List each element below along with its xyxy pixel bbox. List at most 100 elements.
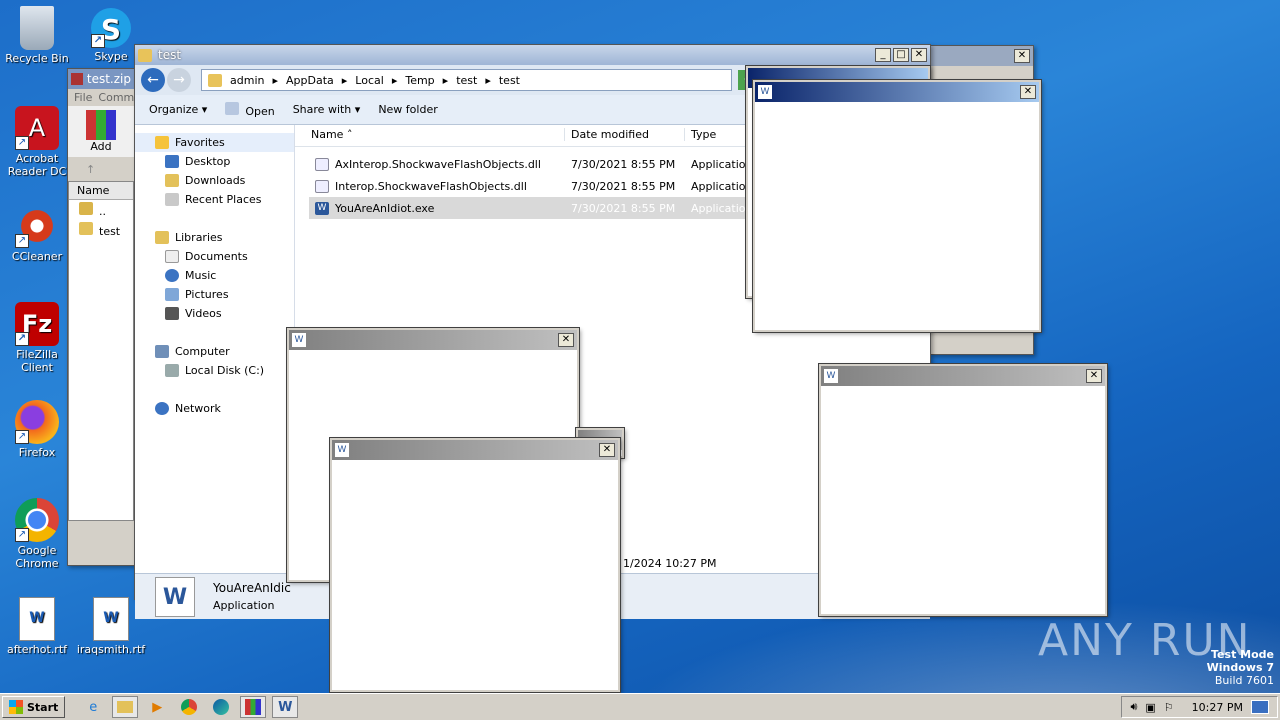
breadcrumb-item[interactable]: test <box>456 74 477 87</box>
volume-icon[interactable]: 🔊︎ <box>1130 700 1137 714</box>
nav-label: Desktop <box>185 155 231 168</box>
breadcrumb-separator: ▸ <box>341 73 348 87</box>
test-mode-text: Test Mode Windows 7 Build 7601 <box>1207 648 1274 687</box>
taskbar-media-player-icon[interactable]: ▶ <box>144 696 170 718</box>
breadcrumb-item[interactable]: test <box>499 74 520 87</box>
explorer-titlebar[interactable]: test _ □ ✕ <box>135 45 930 65</box>
popup-window: W ✕ <box>752 79 1042 333</box>
winrar-add-icon <box>86 110 116 140</box>
desktop-icon-recycle-bin[interactable]: Recycle Bin <box>0 6 74 65</box>
winrar-titlebar[interactable]: test.zip <box>68 69 134 89</box>
up-arrow-icon[interactable]: ↑ <box>68 157 134 181</box>
show-desktop-icon[interactable] <box>1251 700 1269 714</box>
file-date: 7/30/2021 8:55 PM <box>571 157 676 171</box>
list-item-label: test <box>99 225 121 238</box>
organize-label: Organize <box>149 103 199 116</box>
column-name[interactable]: Name ˄ <box>295 128 565 141</box>
desktop-icon-filezilla[interactable]: Fz ↗ FileZilla Client <box>0 302 74 374</box>
list-item[interactable]: .. <box>69 200 133 220</box>
nav-item-music[interactable]: Music <box>135 266 294 285</box>
close-icon[interactable]: ✕ <box>1020 85 1036 99</box>
desktop-icon-chrome[interactable]: ↗ Google Chrome <box>0 498 74 570</box>
taskbar-word-icon[interactable]: W <box>272 696 299 718</box>
start-button[interactable]: Start <box>2 696 66 718</box>
nav-item-recent-places[interactable]: Recent Places <box>135 190 294 209</box>
nav-libraries[interactable]: Libraries <box>135 228 294 247</box>
breadcrumb-item[interactable]: Local <box>355 74 384 87</box>
taskbar-edge-icon[interactable] <box>208 696 234 718</box>
taskbar-winrar-icon[interactable] <box>240 696 267 718</box>
nav-item-pictures[interactable]: Pictures <box>135 285 294 304</box>
column-date[interactable]: Date modified <box>565 128 685 141</box>
nav-computer[interactable]: Computer <box>135 342 294 361</box>
nav-label: Documents <box>185 250 248 263</box>
nav-item-desktop[interactable]: Desktop <box>135 152 294 171</box>
file-name: Interop.ShockwaveFlashObjects.dll <box>335 179 527 193</box>
column-name[interactable]: Name <box>69 182 133 200</box>
column-type[interactable]: Type <box>685 128 716 141</box>
open-icon <box>225 101 240 115</box>
desktop-icon-label: Acrobat Reader DC <box>7 152 67 178</box>
test-mode-line: Windows 7 <box>1206 661 1274 674</box>
network-icon <box>155 402 169 415</box>
nav-favorites[interactable]: Favorites <box>135 133 294 152</box>
folder-icon <box>138 48 152 62</box>
desktop-icon-ccleaner[interactable]: ↗ CCleaner <box>0 204 74 263</box>
list-item[interactable]: test <box>69 220 133 240</box>
breadcrumb-item[interactable]: admin <box>230 74 264 87</box>
flag-icon[interactable]: ⚐ <box>1164 701 1174 714</box>
chrome-icon: ↗ <box>15 498 59 542</box>
taskbar-chrome-icon[interactable] <box>176 696 202 718</box>
desktop-icon-label: FileZilla Client <box>16 348 58 374</box>
taskbar-ie-icon[interactable]: e <box>80 696 106 718</box>
word-icon: W <box>155 576 195 617</box>
winrar-window: test.zip File Comm Add ↑ Name .. test <box>67 68 135 566</box>
maximize-icon[interactable]: □ <box>893 48 909 62</box>
breadcrumb[interactable]: admin ▸ AppData ▸ Local ▸ Temp ▸ test ▸ test <box>201 69 732 91</box>
desktop-icon-afterhot[interactable]: W afterhot.rtf <box>0 597 74 656</box>
new-folder-button[interactable]: New folder <box>378 103 437 116</box>
clock[interactable]: 10:27 PM <box>1192 701 1243 714</box>
popup-window: W ✕ <box>818 363 1108 617</box>
close-icon[interactable]: ✕ <box>1086 369 1102 383</box>
word-icon: W <box>315 201 329 215</box>
nav-item-videos[interactable]: Videos <box>135 304 294 323</box>
desktop-icon-label: Firefox <box>18 446 56 459</box>
star-icon <box>155 136 169 149</box>
word-icon: W <box>758 85 772 99</box>
breadcrumb-item[interactable]: AppData <box>286 74 334 87</box>
minimize-icon[interactable]: _ <box>875 48 891 62</box>
skype-icon: S ↗ <box>91 8 131 48</box>
menu-commands[interactable]: Comm <box>98 91 134 104</box>
folder-icon <box>79 222 93 235</box>
dll-file-icon <box>315 157 329 171</box>
forward-button[interactable]: → <box>167 68 191 92</box>
system-tray: 🔊︎ ▣ ⚐ 10:27 PM <box>1121 696 1278 718</box>
desktop-icon-acrobat[interactable]: A ↗ Acrobat Reader DC <box>0 106 74 178</box>
close-icon[interactable]: ✕ <box>558 333 574 347</box>
nav-item-documents[interactable]: Documents <box>135 247 294 266</box>
organize-button[interactable]: Organize ▾ <box>149 103 207 116</box>
open-label: Open <box>245 104 275 118</box>
desktop-icon-firefox[interactable]: ↗ Firefox <box>0 400 74 459</box>
nav-item-downloads[interactable]: Downloads <box>135 171 294 190</box>
computer-icon <box>155 345 169 358</box>
window-title: test <box>158 48 182 62</box>
nav-network[interactable]: Network <box>135 399 294 418</box>
details-type: Application <box>213 599 275 612</box>
close-icon[interactable]: ✕ <box>599 443 615 457</box>
breadcrumb-item[interactable]: Temp <box>405 74 434 87</box>
nav-item-local-disk[interactable]: Local Disk (C:) <box>135 361 294 380</box>
taskbar-explorer-icon[interactable] <box>112 696 139 718</box>
menu-file[interactable]: File <box>74 91 92 104</box>
word-doc-icon: W <box>19 597 55 641</box>
close-icon[interactable]: ✕ <box>1014 49 1030 63</box>
desktop-icon-label: CCleaner <box>11 250 63 263</box>
open-button[interactable]: Open <box>225 101 275 118</box>
close-icon[interactable]: ✕ <box>911 48 927 62</box>
network-icon[interactable]: ▣ <box>1145 701 1155 714</box>
share-with-button[interactable]: Share with ▾ <box>293 103 361 116</box>
back-button[interactable]: ← <box>141 68 165 92</box>
add-button[interactable]: Add <box>68 106 134 157</box>
recycle-bin-icon <box>20 6 54 50</box>
